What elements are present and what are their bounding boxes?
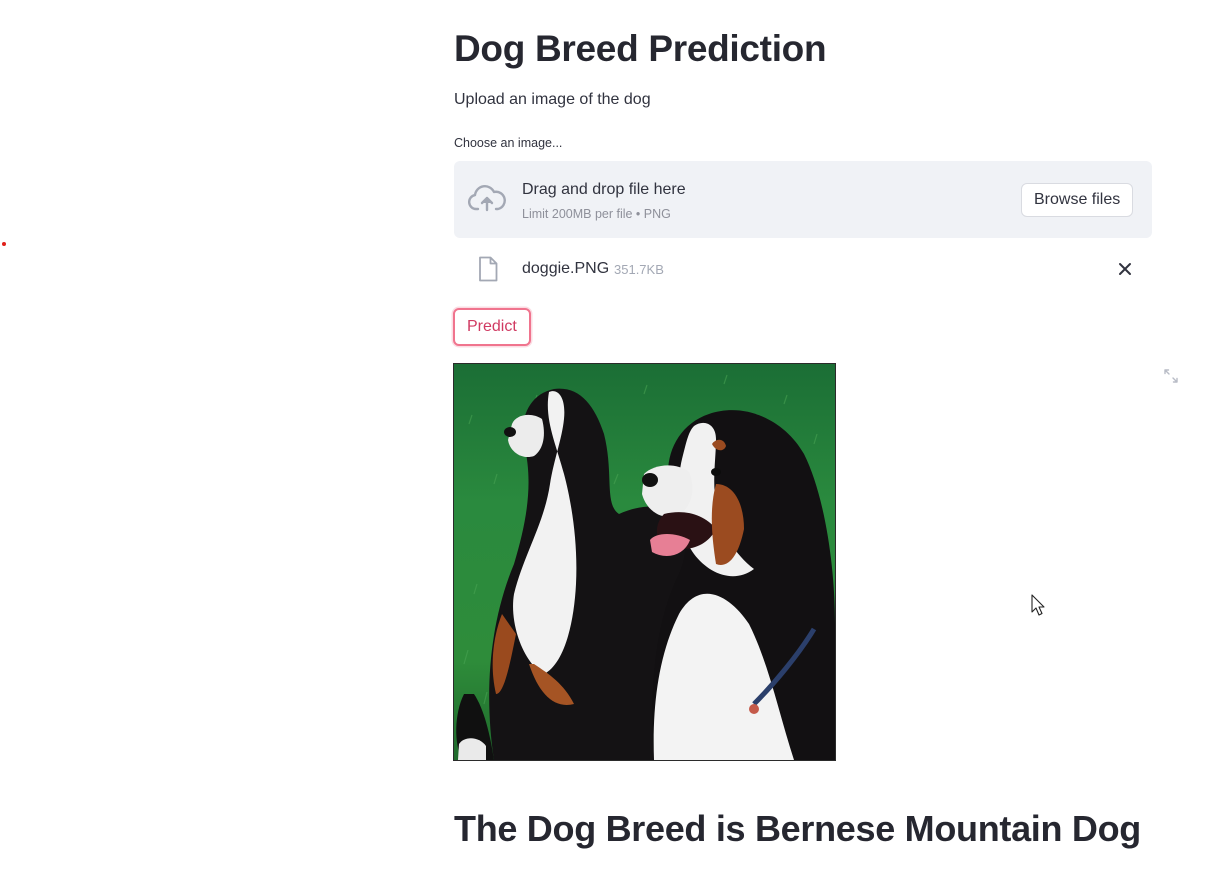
streamlit-app: Dog Breed Prediction Upload an image of … [0, 0, 1221, 876]
uploaded-file-row: doggie.PNG 351.7KB [454, 250, 1152, 290]
prediction-result: The Dog Breed is Bernese Mountain Dog [454, 808, 1141, 849]
dropzone-limit: Limit 200MB per file • PNG [522, 207, 671, 221]
fullscreen-icon[interactable] [1163, 368, 1179, 384]
browse-files-button[interactable]: Browse files [1021, 183, 1134, 217]
file-dropzone[interactable]: Drag and drop file here Limit 200MB per … [454, 161, 1152, 238]
page-title: Dog Breed Prediction [454, 28, 827, 69]
uploader-label: Choose an image... [454, 136, 563, 150]
uploaded-file-name: doggie.PNG [522, 260, 610, 277]
cloud-upload-icon [468, 185, 506, 212]
page-subtitle: Upload an image of the dog [454, 91, 651, 108]
uploaded-file-size: 351.7KB [614, 262, 664, 277]
predict-button[interactable]: Predict [453, 308, 531, 346]
red-dot-marker [2, 242, 6, 246]
uploaded-dog-image [453, 363, 836, 761]
mouse-pointer-icon [1031, 594, 1045, 616]
dropzone-instructions: Drag and drop file here [522, 181, 686, 198]
file-icon [479, 256, 498, 282]
close-icon[interactable] [1116, 260, 1134, 278]
